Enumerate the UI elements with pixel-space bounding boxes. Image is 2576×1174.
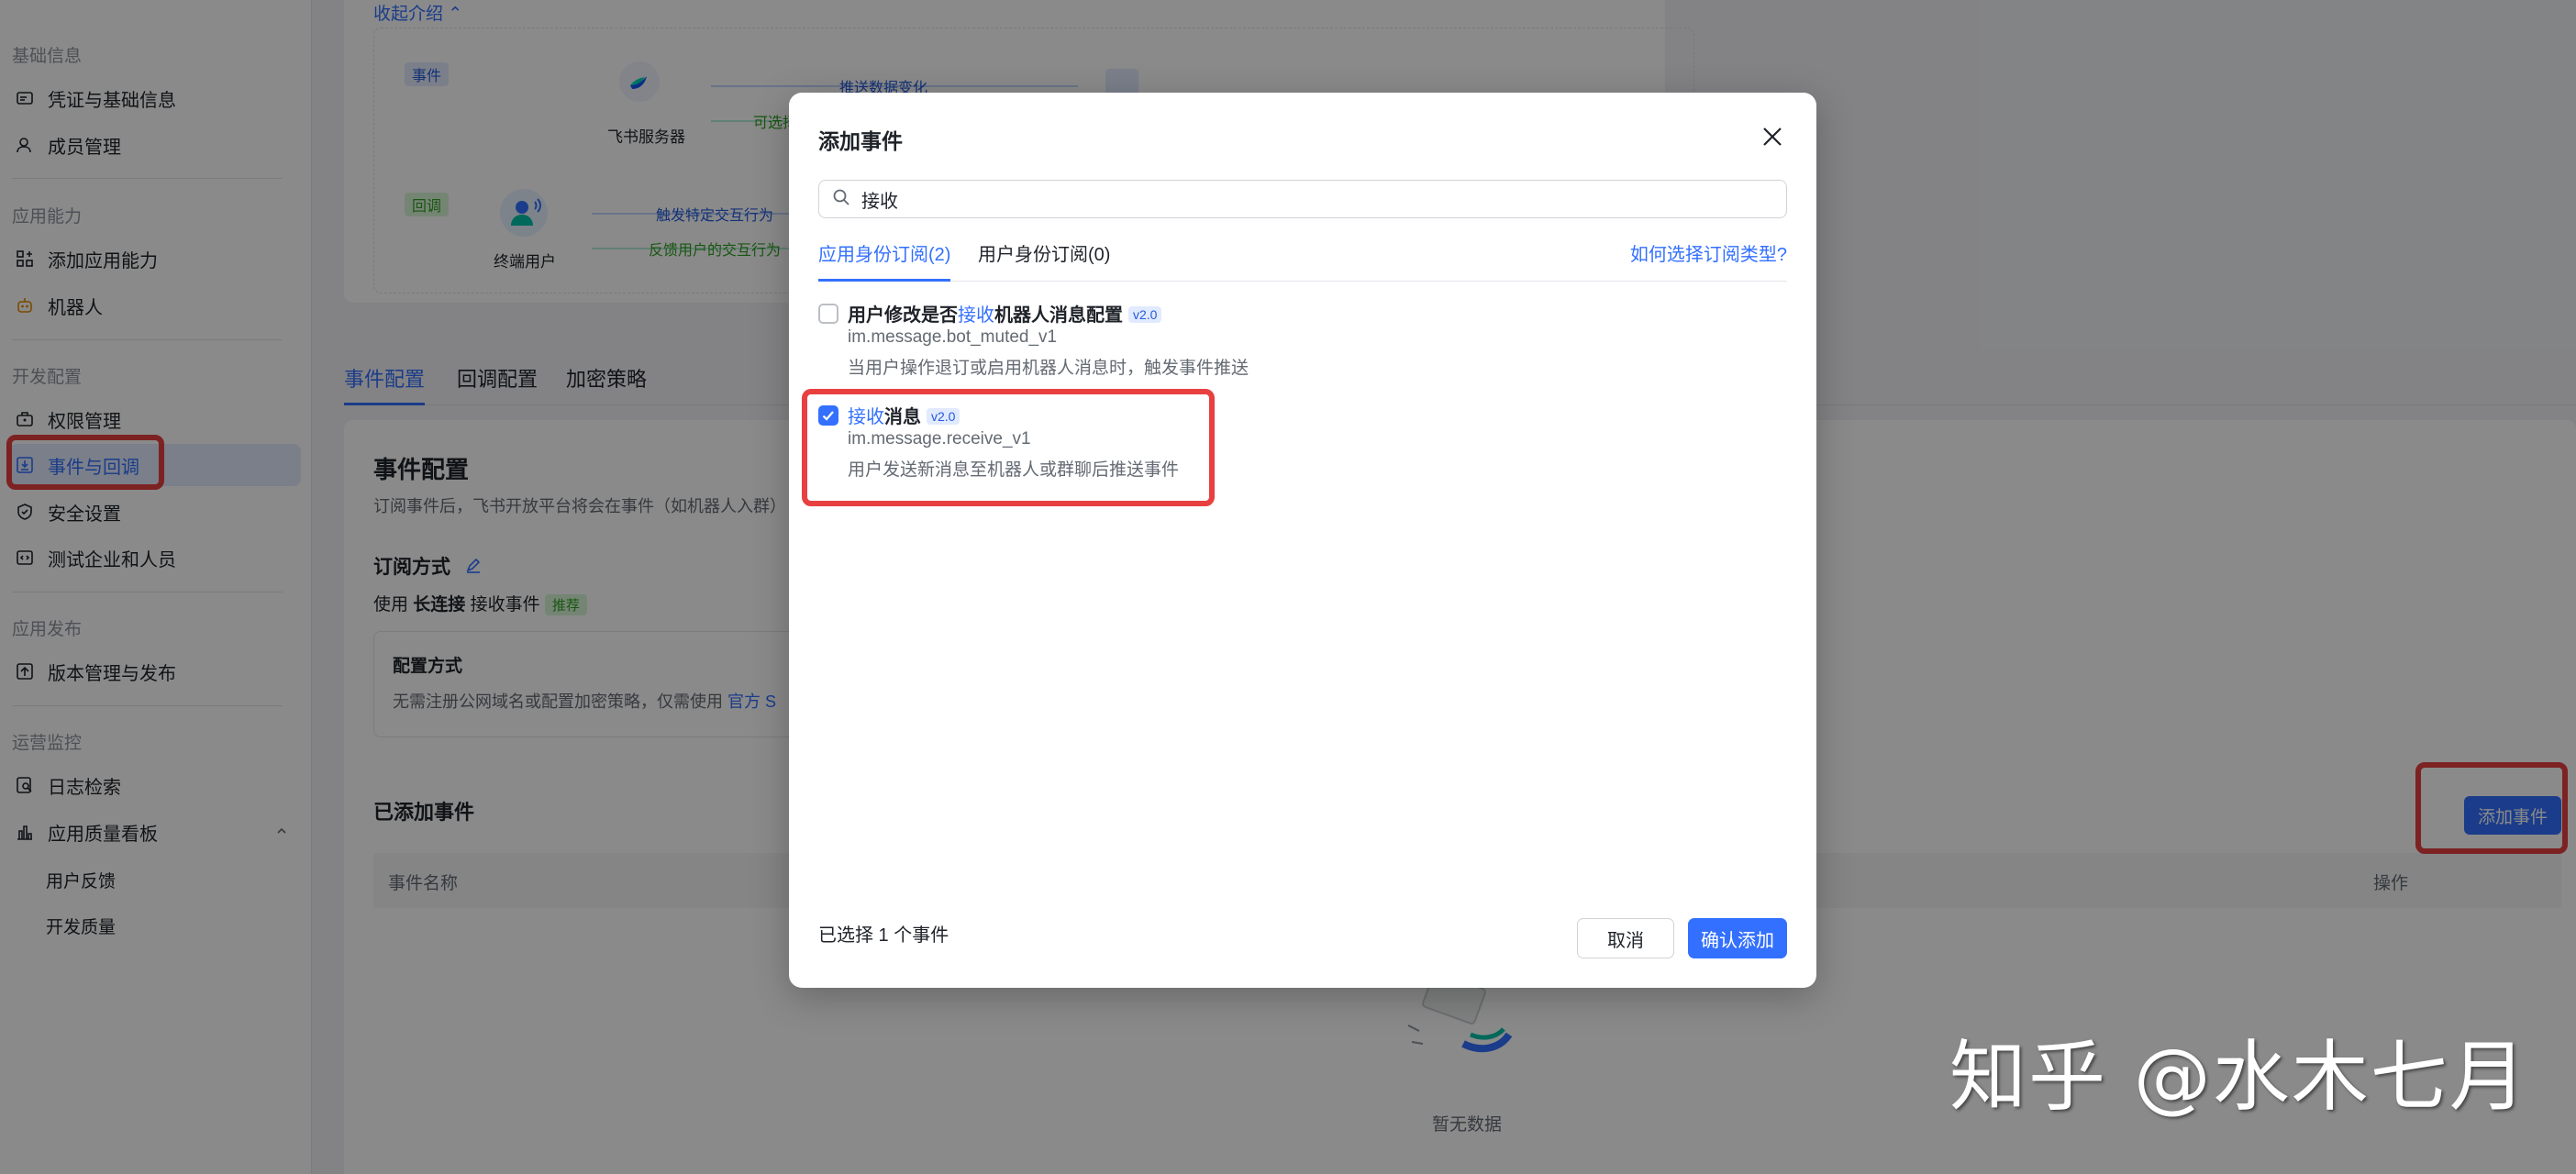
event-title-post: 机器人消息配置: [994, 305, 1123, 326]
watermark: 知乎 @水木七月: [1949, 1032, 2528, 1122]
selected-count: 已选择 1 个事件: [818, 925, 949, 946]
event-checkbox[interactable]: [818, 304, 838, 324]
confirm-add-button[interactable]: 确认添加: [1688, 918, 1787, 958]
search-box[interactable]: [818, 180, 1787, 218]
close-icon[interactable]: [1758, 122, 1787, 151]
subscription-type-help-link[interactable]: 如何选择订阅类型?: [1630, 239, 1787, 266]
add-event-dialog: 添加事件 应用身份订阅(2) 用户身份订阅(0) 如何选择订阅类型? 用户修改是…: [789, 93, 1816, 988]
event-title-pre: 用户修改是否: [848, 305, 958, 326]
event-code: im.message.bot_muted_v1: [848, 327, 1058, 347]
dialog-title: 添加事件: [818, 129, 903, 153]
version-badge: v2.0: [1128, 306, 1162, 323]
subscription-tabs: 应用身份订阅(2) 用户身份订阅(0) 如何选择订阅类型?: [818, 239, 1787, 282]
event-title-highlight: 接收: [958, 305, 994, 326]
search-input[interactable]: [861, 188, 1687, 210]
highlight-box-receive-message: [802, 389, 1215, 506]
event-desc: 当用户操作退订或启用机器人消息时，触发事件推送: [848, 359, 1249, 378]
cancel-button[interactable]: 取消: [1577, 918, 1674, 958]
search-icon: [832, 188, 850, 211]
tab-app-identity[interactable]: 应用身份订阅(2): [818, 239, 951, 282]
tab-user-identity[interactable]: 用户身份订阅(0): [978, 239, 1110, 282]
event-title: 用户修改是否接收机器人消息配置 v2.0: [848, 300, 1162, 327]
